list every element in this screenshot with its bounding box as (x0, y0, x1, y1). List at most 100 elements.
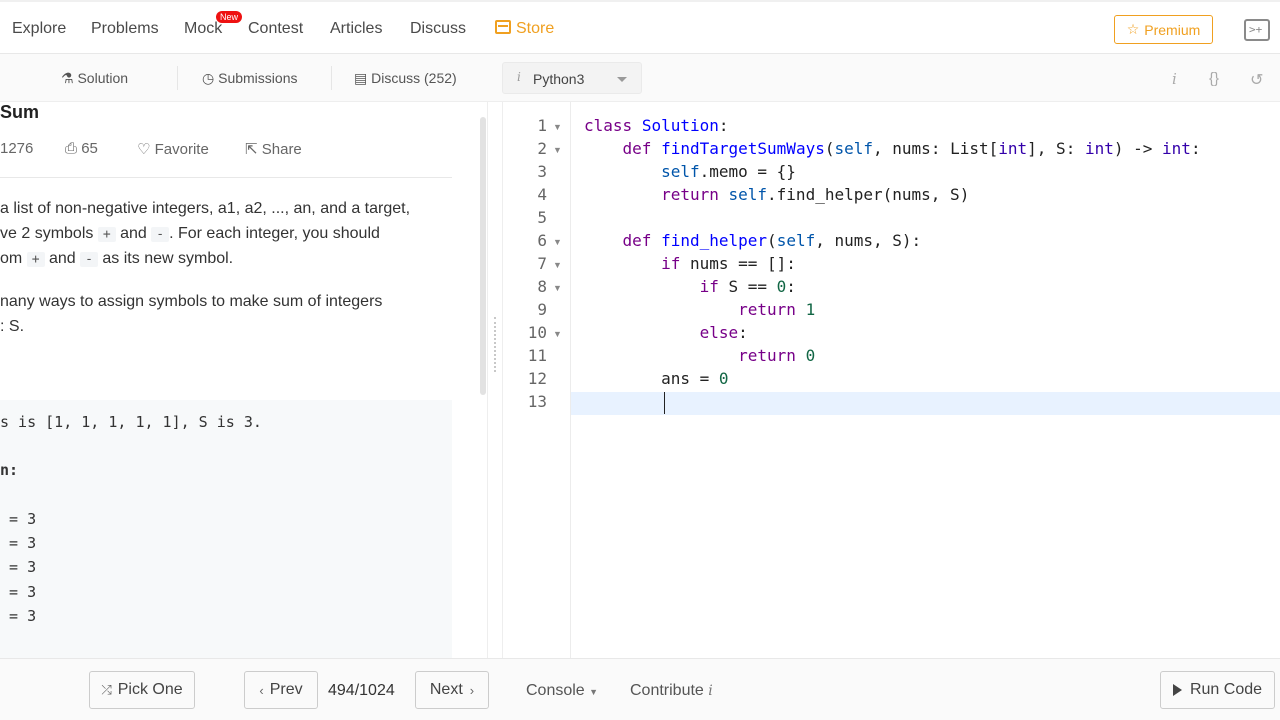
favorite-label: Favorite (154, 141, 209, 158)
chevron-right-icon: › (469, 682, 475, 698)
run-code-label: Run Code (1189, 681, 1263, 698)
problem-panel: Sum 1276 ⎙ 65 ♡ Favorite ⇱ Share a list … (0, 102, 488, 658)
tab-solution-label: Solution (77, 70, 129, 86)
nav-discuss[interactable]: Discuss (410, 20, 466, 38)
next-button[interactable]: Next › (415, 671, 489, 709)
sub-tabs: ⚗ Solution ◷ Submissions ▤ Discuss (252)… (0, 54, 1280, 102)
example-line: = 3 (0, 558, 37, 576)
language-select[interactable]: i Python3 (502, 62, 642, 94)
pick-one-label: Pick One (117, 681, 183, 698)
dislike-button[interactable]: ⎙ 65 (65, 140, 98, 157)
description-line: om + and - as its new symbol. (0, 250, 234, 267)
description-line: ve 2 symbols + and -. For each integer, … (0, 225, 380, 242)
next-label: Next (429, 681, 463, 698)
line-number: 1 (537, 116, 547, 135)
code-editor[interactable]: 1 2 3 4 5 6 7 8 9 10 11 12 13 ▼ ▼ ▼ ▼ ▼ … (502, 102, 1280, 658)
prev-button[interactable]: ‹ Prev (244, 671, 318, 709)
fold-arrow-icon[interactable]: ▼ (553, 260, 562, 270)
console-label: Console (526, 682, 585, 699)
pick-one-button[interactable]: ⤮ Pick One (89, 671, 195, 709)
divider (331, 66, 332, 90)
fold-arrow-icon[interactable]: ▼ (553, 145, 562, 155)
nav-problems[interactable]: Problems (91, 20, 159, 38)
drag-handle-icon (494, 317, 496, 372)
braces-icon[interactable]: {} (1209, 70, 1219, 87)
problem-title: Sum (0, 102, 40, 122)
console-toggle[interactable]: Console ▼ (526, 682, 598, 700)
code-line: return self.find_helper(nums, S) (661, 185, 970, 204)
nav-contest[interactable]: Contest (248, 20, 303, 38)
code-line: def find_helper(self, nums, S): (622, 231, 922, 250)
scrollbar[interactable] (480, 117, 486, 395)
code-line: class Solution: (584, 116, 729, 135)
problem-counter: 494/1024 (328, 682, 395, 699)
line-number: 8 (537, 277, 547, 296)
description-line: a list of non-negative integers, a1, a2,… (0, 200, 411, 217)
line-number: 9 (537, 300, 547, 319)
nav-mock[interactable]: Mock (184, 20, 222, 38)
dislike-count: 65 (81, 140, 98, 157)
line-number: 5 (537, 208, 547, 227)
tab-solution[interactable]: ⚗ Solution (61, 70, 128, 87)
description-line: nany ways to assign symbols to make sum … (0, 293, 383, 310)
tab-discuss-label: Discuss (252) (371, 70, 457, 86)
terminal-icon[interactable]: >+ (1244, 19, 1270, 41)
description-line: : S. (0, 318, 25, 335)
line-number: 2 (537, 139, 547, 158)
info-icon[interactable]: i (1172, 70, 1177, 88)
panel-splitter[interactable] (489, 102, 502, 658)
top-nav: Explore Problems Mock New Contest Articl… (0, 0, 1280, 54)
example-line: = 3 (0, 510, 37, 528)
favorite-button[interactable]: ♡ Favorite (137, 140, 209, 158)
line-number: 11 (527, 346, 547, 365)
line-number: 12 (527, 369, 547, 388)
tab-discuss[interactable]: ▤ Discuss (252) (354, 70, 457, 87)
text-cursor (664, 392, 665, 414)
example-line: = 3 (0, 607, 37, 625)
premium-label: Premium (1144, 21, 1201, 38)
heart-icon: ♡ (137, 141, 151, 158)
language-value: Python3 (533, 71, 585, 87)
code-line: self.memo = {} (661, 162, 796, 181)
share-label: Share (261, 141, 302, 158)
nav-store[interactable]: Store (495, 20, 554, 38)
code-line: return 0 (738, 346, 816, 365)
store-icon (495, 20, 511, 34)
contribute-link[interactable]: Contribute i (630, 682, 713, 700)
flask-icon: ⚗ (61, 70, 74, 86)
chevron-down-icon: ▼ (589, 687, 599, 697)
reset-icon[interactable]: ↺ (1250, 70, 1263, 90)
thumbs-down-icon: ⎙ (65, 140, 78, 157)
fold-arrow-icon[interactable]: ▼ (553, 329, 562, 339)
example-line: = 3 (0, 534, 37, 552)
premium-button[interactable]: ☆ Premium (1114, 15, 1213, 44)
shuffle-icon: ⤮ (101, 682, 112, 697)
prev-label: Prev (269, 681, 303, 698)
example-line: s is [1, 1, 1, 1, 1], S is 3. (0, 413, 262, 431)
line-number: 3 (537, 162, 547, 181)
active-line-highlight (571, 392, 1280, 415)
info-icon: i (708, 683, 713, 699)
nav-articles[interactable]: Articles (330, 20, 382, 38)
likes-count[interactable]: 1276 (0, 140, 33, 157)
divider (177, 66, 178, 90)
nav-store-label: Store (516, 20, 555, 37)
code-line: ans = 0 (584, 369, 729, 388)
fold-arrow-icon[interactable]: ▼ (553, 237, 562, 247)
line-number: 10 (527, 323, 547, 342)
line-number: 13 (527, 392, 547, 411)
fold-arrow-icon[interactable]: ▼ (553, 122, 562, 132)
example-line: n: (0, 461, 19, 479)
share-icon: ⇱ (245, 141, 258, 158)
share-button[interactable]: ⇱ Share (245, 140, 302, 158)
chevron-left-icon: ‹ (259, 682, 264, 698)
tab-submissions-label: Submissions (218, 70, 298, 86)
chevron-down-icon (617, 77, 627, 82)
fold-arrow-icon[interactable]: ▼ (553, 283, 562, 293)
divider (0, 177, 452, 178)
nav-explore[interactable]: Explore (12, 20, 66, 38)
line-gutter: 1 2 3 4 5 6 7 8 9 10 11 12 13 ▼ ▼ ▼ ▼ ▼ … (503, 102, 571, 658)
run-code-button[interactable]: Run Code (1160, 671, 1275, 709)
tab-submissions[interactable]: ◷ Submissions (202, 70, 297, 87)
new-badge: New (216, 11, 243, 23)
